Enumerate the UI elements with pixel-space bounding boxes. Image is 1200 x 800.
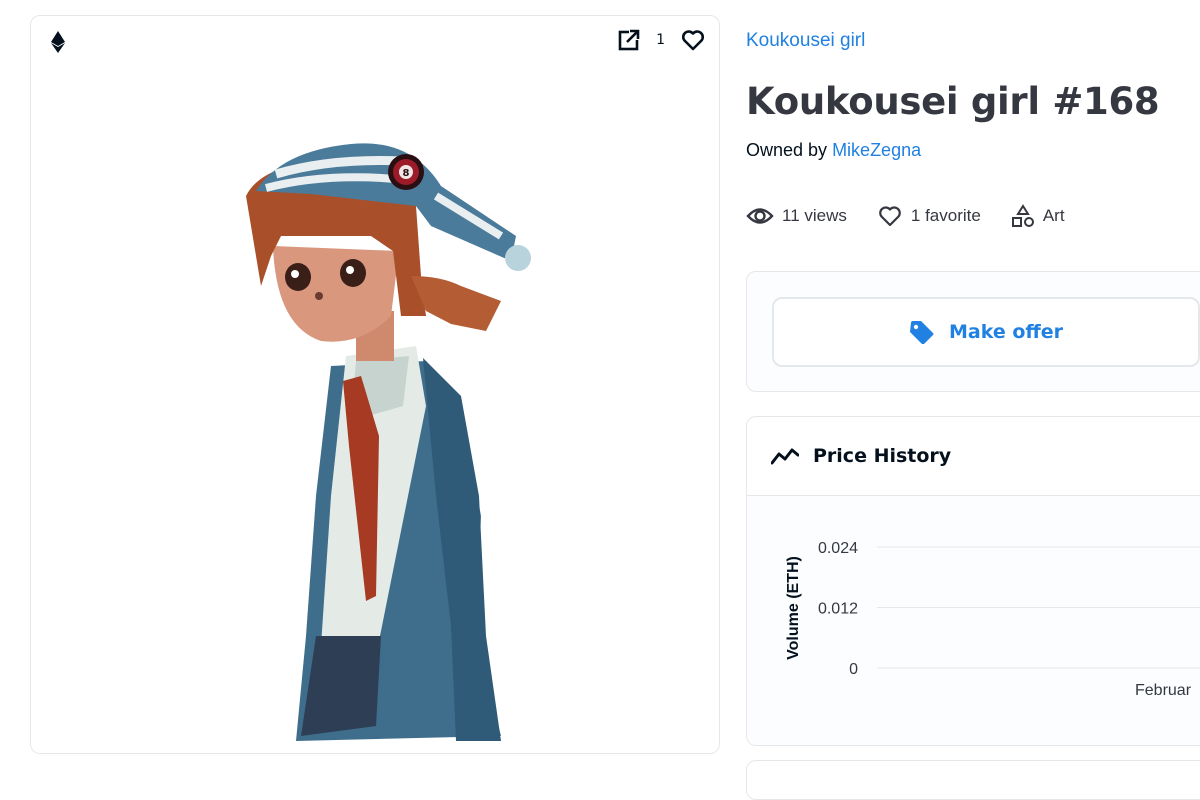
owned-by-label: Owned by [746,140,828,160]
eye-icon [746,208,774,224]
heart-outline-icon [879,206,901,227]
svg-text:8: 8 [403,168,410,179]
y-axis-label: Volume (ETH) [785,556,802,660]
offer-panel: Make offer [746,271,1200,392]
tag-icon [909,321,934,344]
y-tick-label: 0.024 [818,540,858,557]
x-tick-label: Februar [1135,682,1192,699]
price-history-panel: Price History 0.024 0.012 0 Volume (ETH) Feb… [746,416,1200,746]
y-tick-label: 0.012 [818,601,858,618]
item-stats: 11 views 1 favorite Art [746,204,1065,228]
price-history-header[interactable]: Price History [747,417,1200,496]
item-title: Koukousei girl #168 [746,80,1160,123]
next-panel [746,760,1200,800]
price-history-svg: 0.024 0.012 0 Volume (ETH) Februar [785,540,1200,699]
owner-link[interactable]: MikeZegna [832,140,921,160]
owner-line: Owned by MikeZegna [746,140,921,161]
price-history-title: Price History [813,445,952,467]
shapes-icon [1011,204,1034,227]
y-tick-label: 0 [849,661,858,678]
collection-link[interactable]: Koukousei girl [746,30,865,52]
nft-artwork-image: 8 [246,143,531,741]
favorite-count: 1 [656,32,665,48]
open-external-icon[interactable] [618,29,641,51]
media-card: 1 8 [30,15,720,754]
favorites-count: 1 favorite [910,206,981,225]
views-count: 11 views [782,206,847,225]
make-offer-button[interactable]: Make offer [772,297,1200,367]
category-stat[interactable]: Art [1011,204,1065,228]
ethereum-icon [51,31,65,53]
make-offer-label: Make offer [948,321,1064,343]
price-history-chart: 0.024 0.012 0 Volume (ETH) Februar [747,496,1200,745]
trending-icon [771,448,799,465]
category-label: Art [1042,206,1065,225]
views-stat: 11 views [746,206,847,226]
favorites-stat: 1 favorite [877,205,981,227]
heart-icon[interactable] [681,29,705,51]
media-toolbar: 1 [618,29,705,51]
